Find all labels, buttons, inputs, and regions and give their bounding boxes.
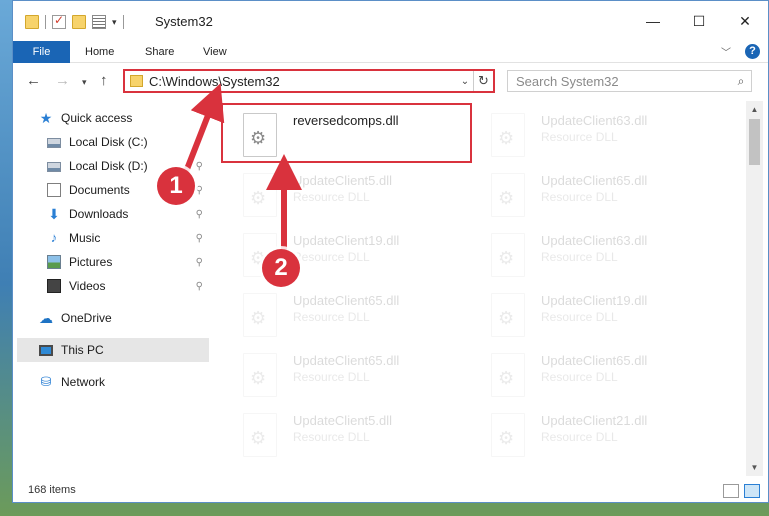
annotation-arrows <box>177 83 302 267</box>
step-2-badge: 2 <box>262 249 300 287</box>
step-1-badge: 1 <box>157 167 195 205</box>
